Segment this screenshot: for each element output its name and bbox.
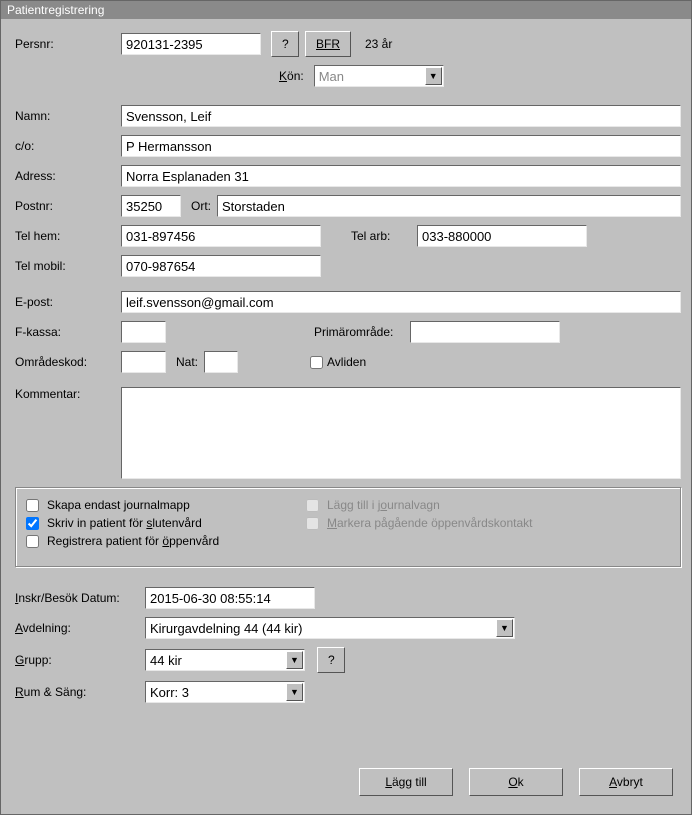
- persnr-input[interactable]: [121, 33, 261, 55]
- chevron-down-icon: ▼: [425, 67, 442, 85]
- name-input[interactable]: [121, 105, 681, 127]
- gender-label: Kön:: [279, 69, 304, 83]
- telhem-input[interactable]: [121, 225, 321, 247]
- oppenvard-checkbox[interactable]: [26, 535, 39, 548]
- age-text: 23 år: [365, 37, 392, 51]
- avliden-label: Avliden: [327, 355, 366, 369]
- email-input[interactable]: [121, 291, 681, 313]
- grupp-help-button[interactable]: ?: [317, 647, 345, 673]
- persnr-label: Persnr:: [15, 37, 121, 51]
- journalvagn-label: Lägg till i journalvagn: [327, 498, 440, 512]
- fkassa-label: F-kassa:: [15, 325, 121, 339]
- dialog-footer: Lägg till Ok Avbryt: [1, 754, 691, 814]
- gender-select: Man ▼: [314, 65, 444, 87]
- slutenvard-label: Skriv in patient för slutenvård: [47, 516, 202, 530]
- grupp-select[interactable]: 44 kir ▼: [145, 649, 305, 671]
- oppenvard-label: Registrera patient för öppenvård: [47, 534, 219, 548]
- markera-checkbox: [306, 517, 319, 530]
- primar-label: Primärområde:: [314, 325, 404, 339]
- omrade-input[interactable]: [121, 351, 166, 373]
- co-input[interactable]: [121, 135, 681, 157]
- inskr-datum-label: Inskr/Besök Datum:: [15, 591, 145, 605]
- cancel-button[interactable]: Avbryt: [579, 768, 673, 796]
- primar-input[interactable]: [410, 321, 560, 343]
- comment-label: Kommentar:: [15, 387, 121, 401]
- co-label: c/o:: [15, 139, 121, 153]
- inskr-datum-input[interactable]: [145, 587, 315, 609]
- chevron-down-icon[interactable]: ▼: [286, 683, 303, 701]
- address-label: Adress:: [15, 169, 121, 183]
- skapa-journalmapp-checkbox[interactable]: [26, 499, 39, 512]
- window-title: Patientregistrering: [1, 1, 691, 19]
- slutenvard-checkbox[interactable]: [26, 517, 39, 530]
- email-label: E-post:: [15, 295, 121, 309]
- markera-label: Markera pågående öppenvårdskontakt: [327, 516, 532, 530]
- telhem-label: Tel hem:: [15, 229, 121, 243]
- name-label: Namn:: [15, 109, 121, 123]
- telmobil-input[interactable]: [121, 255, 321, 277]
- bfr-button[interactable]: BFR: [305, 31, 351, 57]
- skapa-journalmapp-label: Skapa endast journalmapp: [47, 498, 190, 512]
- omrade-label: Områdeskod:: [15, 355, 121, 369]
- nat-label: Nat:: [176, 355, 198, 369]
- avliden-checkbox[interactable]: [310, 356, 323, 369]
- chevron-down-icon[interactable]: ▼: [286, 651, 303, 669]
- address-input[interactable]: [121, 165, 681, 187]
- comment-textarea[interactable]: [121, 387, 681, 479]
- ok-button[interactable]: Ok: [469, 768, 563, 796]
- journalvagn-checkbox: [306, 499, 319, 512]
- add-button[interactable]: Lägg till: [359, 768, 453, 796]
- chevron-down-icon[interactable]: ▼: [496, 619, 513, 637]
- telarb-label: Tel arb:: [351, 229, 411, 243]
- fkassa-input[interactable]: [121, 321, 166, 343]
- telmobil-label: Tel mobil:: [15, 259, 121, 273]
- form-content: Persnr: ? BFR 23 år Kön: Man ▼ Namn: c/o…: [1, 19, 691, 754]
- nat-input[interactable]: [204, 351, 238, 373]
- avdelning-select[interactable]: Kirurgavdelning 44 (44 kir) ▼: [145, 617, 515, 639]
- telarb-input[interactable]: [417, 225, 587, 247]
- persnr-help-button[interactable]: ?: [271, 31, 299, 57]
- patient-registration-window: Patientregistrering Persnr: ? BFR 23 år …: [0, 0, 692, 815]
- ort-label: Ort:: [191, 199, 211, 213]
- postnr-label: Postnr:: [15, 199, 121, 213]
- avdelning-label: Avdelning:: [15, 621, 145, 635]
- postnr-input[interactable]: [121, 195, 181, 217]
- ort-input[interactable]: [217, 195, 681, 217]
- options-group: Skapa endast journalmapp Skriv in patien…: [15, 487, 681, 567]
- grupp-label: Grupp:: [15, 653, 145, 667]
- rum-label: Rum & Säng:: [15, 685, 145, 699]
- rum-select[interactable]: Korr: 3 ▼: [145, 681, 305, 703]
